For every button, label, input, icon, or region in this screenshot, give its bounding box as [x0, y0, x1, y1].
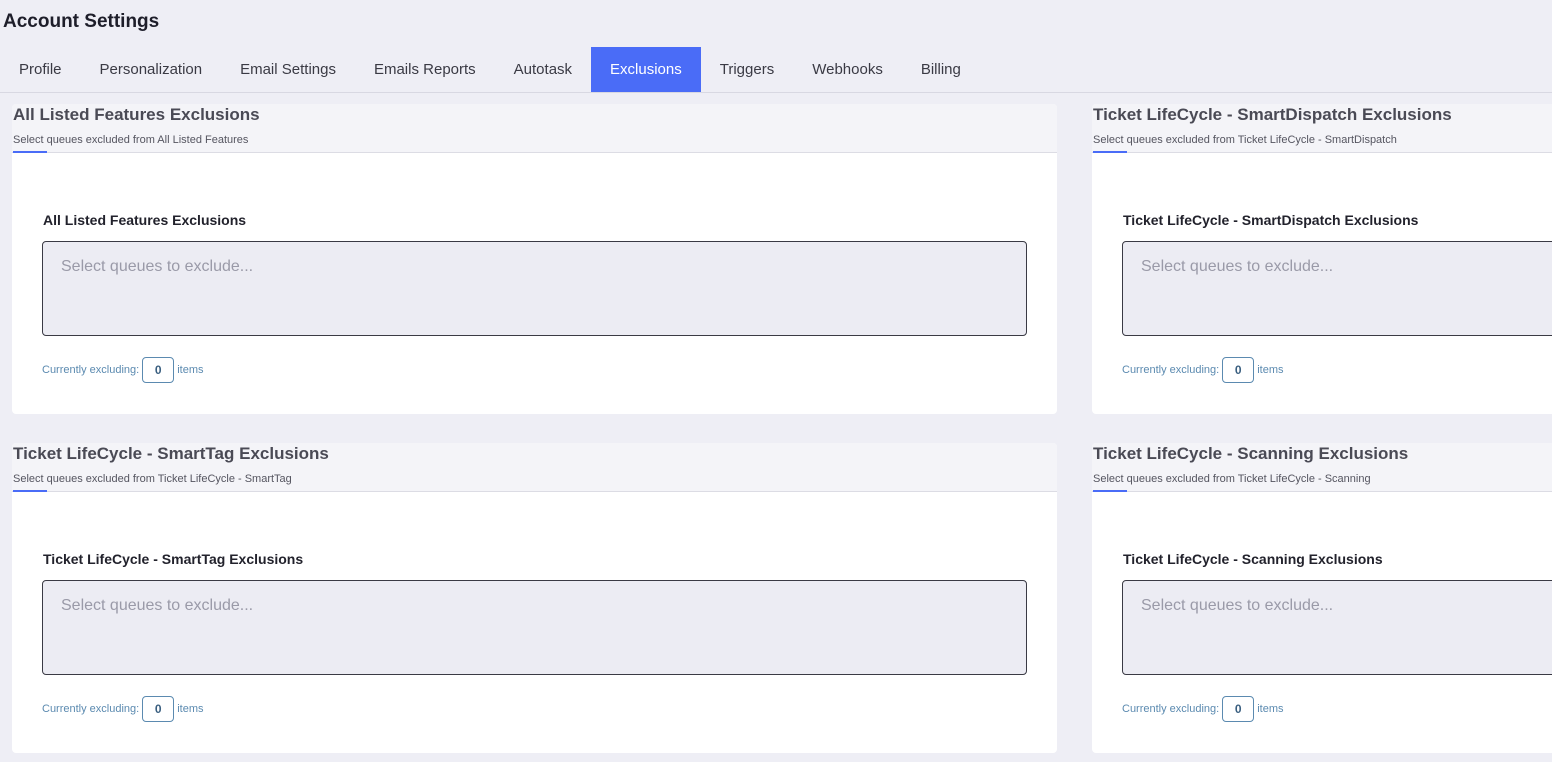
tab-triggers[interactable]: Triggers: [701, 47, 793, 92]
queue-exclude-select[interactable]: Select queues to exclude...: [42, 241, 1027, 336]
count-suffix: items: [1257, 364, 1284, 376]
card-subtitle: Select queues excluded from Ticket LifeC…: [1093, 134, 1397, 146]
field-label: Ticket LifeCycle - Scanning Exclusions: [1123, 551, 1383, 567]
tab-autotask[interactable]: Autotask: [495, 47, 591, 92]
card-accent-underline: [1093, 490, 1127, 492]
exclusion-card-smarttag: Ticket LifeCycle - SmartTag Exclusions S…: [12, 443, 1057, 753]
card-title: Ticket LifeCycle - Scanning Exclusions: [1093, 444, 1409, 463]
count-prefix: Currently excluding:: [42, 364, 140, 376]
card-header: All Listed Features Exclusions Select qu…: [12, 104, 1057, 153]
excluded-count-badge: 0: [1222, 357, 1255, 383]
card-accent-underline: [13, 490, 47, 492]
count-prefix: Currently excluding:: [1122, 703, 1220, 715]
card-title: Ticket LifeCycle - SmartDispatch Exclusi…: [1093, 105, 1452, 124]
exclusion-card-scanning: Ticket LifeCycle - Scanning Exclusions S…: [1092, 443, 1552, 753]
tab-emails-reports[interactable]: Emails Reports: [355, 47, 495, 92]
field-label: Ticket LifeCycle - SmartTag Exclusions: [43, 551, 304, 567]
excluded-count-row: Currently excluding: 0 items: [42, 356, 204, 384]
card-subtitle: Select queues excluded from All Listed F…: [13, 134, 249, 146]
card-title: All Listed Features Exclusions: [13, 105, 260, 124]
count-prefix: Currently excluding:: [1122, 364, 1220, 376]
tab-email-settings[interactable]: Email Settings: [221, 47, 355, 92]
queue-exclude-select[interactable]: Select queues to exclude...: [1122, 241, 1552, 336]
queue-exclude-select[interactable]: Select queues to exclude...: [42, 580, 1027, 675]
card-header: Ticket LifeCycle - Scanning Exclusions S…: [1092, 443, 1552, 492]
queue-exclude-select[interactable]: Select queues to exclude...: [1122, 580, 1552, 675]
tab-profile[interactable]: Profile: [0, 47, 81, 92]
page-title: Account Settings: [3, 11, 160, 32]
excluded-count-badge: 0: [1222, 696, 1255, 722]
select-placeholder: Select queues to exclude...: [61, 258, 254, 275]
card-subtitle: Select queues excluded from Ticket LifeC…: [1093, 473, 1371, 485]
excluded-count-badge: 0: [142, 357, 175, 383]
tab-exclusions[interactable]: Exclusions: [591, 47, 701, 92]
settings-tabs: Profile Personalization Email Settings E…: [0, 47, 1552, 93]
tab-billing[interactable]: Billing: [902, 47, 980, 92]
excluded-count-badge: 0: [142, 696, 175, 722]
card-accent-underline: [13, 151, 47, 153]
exclusion-card-smartdispatch: Ticket LifeCycle - SmartDispatch Exclusi…: [1092, 104, 1552, 414]
card-title: Ticket LifeCycle - SmartTag Exclusions: [13, 444, 329, 463]
count-suffix: items: [177, 703, 204, 715]
field-label: All Listed Features Exclusions: [43, 212, 247, 228]
select-placeholder: Select queues to exclude...: [1141, 597, 1334, 614]
card-header: Ticket LifeCycle - SmartDispatch Exclusi…: [1092, 104, 1552, 153]
card-header: Ticket LifeCycle - SmartTag Exclusions S…: [12, 443, 1057, 492]
card-subtitle: Select queues excluded from Ticket LifeC…: [13, 473, 292, 485]
select-placeholder: Select queues to exclude...: [1141, 258, 1334, 275]
excluded-count-row: Currently excluding: 0 items: [1122, 356, 1284, 384]
tab-personalization[interactable]: Personalization: [81, 47, 222, 92]
count-prefix: Currently excluding:: [42, 703, 140, 715]
excluded-count-row: Currently excluding: 0 items: [1122, 695, 1284, 723]
select-placeholder: Select queues to exclude...: [61, 597, 254, 614]
card-accent-underline: [1093, 151, 1127, 153]
count-suffix: items: [177, 364, 204, 376]
field-label: Ticket LifeCycle - SmartDispatch Exclusi…: [1123, 212, 1419, 228]
excluded-count-row: Currently excluding: 0 items: [42, 695, 204, 723]
exclusion-card-all-listed-features: All Listed Features Exclusions Select qu…: [12, 104, 1057, 414]
tab-webhooks[interactable]: Webhooks: [793, 47, 902, 92]
count-suffix: items: [1257, 703, 1284, 715]
